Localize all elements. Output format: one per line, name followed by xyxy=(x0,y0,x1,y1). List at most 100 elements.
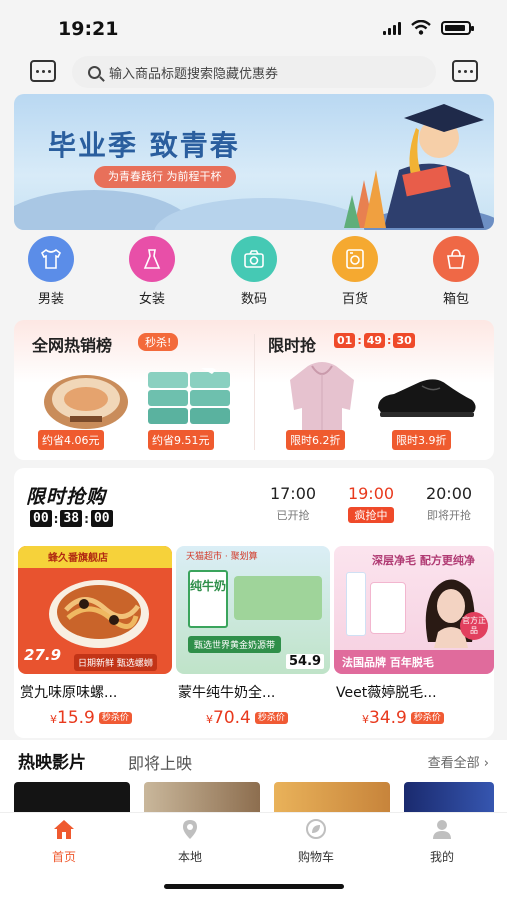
slot-active-badge: 疯抢中 xyxy=(348,507,394,523)
banner-subtitle: 为青春践行 为前程干杯 xyxy=(94,166,236,188)
promo-card: 全网热销榜 秒杀! 约省4.06元 约省9.51元 限时抢 01 : 49 : … xyxy=(14,320,494,460)
product-2-img-product: 纯牛奶 xyxy=(190,579,227,593)
hot-list-badge: 秒杀! xyxy=(138,333,179,351)
product-2-name[interactable]: 蒙牛纯牛奶全... xyxy=(178,682,332,702)
currency: ¥ xyxy=(50,713,57,726)
countdown-minutes: 38 xyxy=(60,510,83,527)
category-label: 数码 xyxy=(240,292,267,307)
banner-title: 毕业季 致青春 xyxy=(48,129,240,162)
status-time: 19:21 xyxy=(58,18,119,40)
see-all-link[interactable]: 查看全部 › xyxy=(428,752,489,771)
search-icon xyxy=(88,65,101,79)
wifi-icon xyxy=(411,20,431,35)
flash-sale-countdown: 00 : 38 : 00 xyxy=(30,510,113,527)
countdown-hours: 00 xyxy=(30,510,52,527)
category-general[interactable]: 百货 xyxy=(325,236,385,307)
noodle-bowl-illustration xyxy=(49,580,149,648)
user-icon xyxy=(433,820,451,839)
slot-2000[interactable]: 20:00 即将开抢 xyxy=(414,484,484,523)
limited-item-2-tag: 限时3.9折 xyxy=(392,430,451,450)
message-right-icon[interactable] xyxy=(452,60,478,82)
category-digital[interactable]: 数码 xyxy=(224,236,284,307)
veet-tube xyxy=(346,572,366,636)
shirt-icon xyxy=(28,236,74,282)
category-womenswear[interactable]: 女装 xyxy=(122,236,182,307)
product-1-img-price: 27.9 xyxy=(24,646,62,664)
message-left-icon[interactable] xyxy=(30,60,56,82)
movies-upcoming-tab[interactable]: 即将上映 xyxy=(128,750,192,774)
product-3-price-row: ¥34.9 秒杀价 xyxy=(362,708,444,728)
limited-item-1-image[interactable] xyxy=(284,360,360,434)
category-label: 百货 xyxy=(341,292,368,307)
product-3-badge: 官方正品 xyxy=(460,612,488,640)
product-1-image[interactable]: 蜂久番旗舰店 27.9 日期新鲜 甄选螺蛳 xyxy=(18,546,172,674)
tab-local[interactable]: 本地 xyxy=(150,818,230,865)
movie-poster-1[interactable] xyxy=(14,782,130,812)
tab-cart[interactable]: 购物车 xyxy=(276,818,356,865)
battery-icon xyxy=(441,20,474,35)
category-label: 女装 xyxy=(138,292,165,307)
currency: ¥ xyxy=(362,713,369,726)
product-1-name[interactable]: 赏九味原味螺... xyxy=(20,682,174,702)
cellular-signal-icon xyxy=(383,21,401,35)
search-bar[interactable]: 输入商品标题搜索隐藏优惠券 xyxy=(72,56,436,88)
limited-item-1-tag: 限时6.2折 xyxy=(286,430,345,450)
movies-title[interactable]: 热映影片 xyxy=(18,748,86,773)
hot-item-2-tag: 约省9.51元 xyxy=(148,430,214,450)
tab-profile[interactable]: 我的 xyxy=(402,818,482,865)
seckill-tag: 秒杀价 xyxy=(254,712,288,724)
product-1-store: 蜂久番旗舰店 xyxy=(48,553,108,564)
product-2-img-price: 54.9 xyxy=(286,654,325,669)
home-icon xyxy=(54,820,74,839)
status-icons xyxy=(383,20,474,35)
promo-banner[interactable]: 毕业季 致青春 为青春践行 为前程干杯 xyxy=(14,94,494,230)
product-2-price-row: ¥70.4 秒杀价 xyxy=(206,708,288,728)
limited-item-2-image[interactable] xyxy=(374,372,478,422)
hot-item-1-image[interactable] xyxy=(38,366,134,432)
category-bags[interactable]: 箱包 xyxy=(426,236,486,307)
bag-icon xyxy=(433,236,479,282)
product-3-name[interactable]: Veet薇婷脱毛... xyxy=(336,682,490,702)
camera-icon xyxy=(231,236,277,282)
product-2-price: 70.4 xyxy=(213,708,251,728)
flash-sale-title: 限时抢购 xyxy=(26,486,107,508)
product-3-price: 34.9 xyxy=(369,708,407,728)
limited-title[interactable]: 限时抢 xyxy=(268,332,316,356)
leaf-cart-icon xyxy=(306,819,326,839)
product-2-img-banner: 甄选世界黄金奶源带 xyxy=(188,636,282,653)
home-indicator xyxy=(164,884,344,889)
hot-list-title[interactable]: 全网热销榜 xyxy=(32,332,112,356)
search-placeholder: 输入商品标题搜索隐藏优惠券 xyxy=(109,66,279,82)
product-2-image[interactable]: 天猫超市 · 聚划算 纯牛奶 甄选世界黄金奶源带 54.9 xyxy=(176,546,330,674)
product-1-img-banner: 日期新鲜 甄选螺蛳 xyxy=(74,654,157,671)
movie-poster-2[interactable] xyxy=(144,782,260,812)
location-icon xyxy=(183,820,197,839)
tab-home[interactable]: 首页 xyxy=(24,818,104,865)
product-3-headline: 深层净毛 配方更纯净 xyxy=(372,554,475,567)
hot-item-2-image[interactable] xyxy=(146,366,234,428)
seckill-tag: 秒杀价 xyxy=(98,712,132,724)
timer-hours: 01 xyxy=(334,333,356,348)
category-label: 男装 xyxy=(37,292,64,307)
seckill-tag: 秒杀价 xyxy=(410,712,444,724)
milk-carton: 纯牛奶 xyxy=(188,570,228,628)
slot-1900-active[interactable]: 19:00 疯抢中 xyxy=(336,484,406,523)
currency: ¥ xyxy=(206,713,213,726)
product-1-price-row: ¥15.9 秒杀价 xyxy=(50,708,132,728)
slot-1700[interactable]: 17:00 已开抢 xyxy=(258,484,328,523)
product-3-image[interactable]: 深层净毛 配方更纯净 官方正品 法国品牌 百年脱毛 xyxy=(334,546,494,674)
hot-item-1-tag: 约省4.06元 xyxy=(38,430,104,450)
timer-seconds: 30 xyxy=(393,333,415,348)
product-3-img-banner: 法国品牌 百年脱毛 xyxy=(342,656,434,669)
category-menswear[interactable]: 男装 xyxy=(21,236,81,307)
product-1-price: 15.9 xyxy=(57,708,95,728)
movie-poster-3[interactable] xyxy=(274,782,390,812)
countdown-seconds: 00 xyxy=(90,510,113,527)
veet-box xyxy=(370,582,406,634)
limited-timer: 01 : 49 : 30 xyxy=(334,333,415,348)
movie-poster-4[interactable] xyxy=(404,782,494,812)
product-2-store: 天猫超市 · 聚划算 xyxy=(186,552,258,562)
washing-machine-icon xyxy=(332,236,378,282)
graduate-illustration xyxy=(344,104,494,230)
category-label: 箱包 xyxy=(442,292,469,307)
